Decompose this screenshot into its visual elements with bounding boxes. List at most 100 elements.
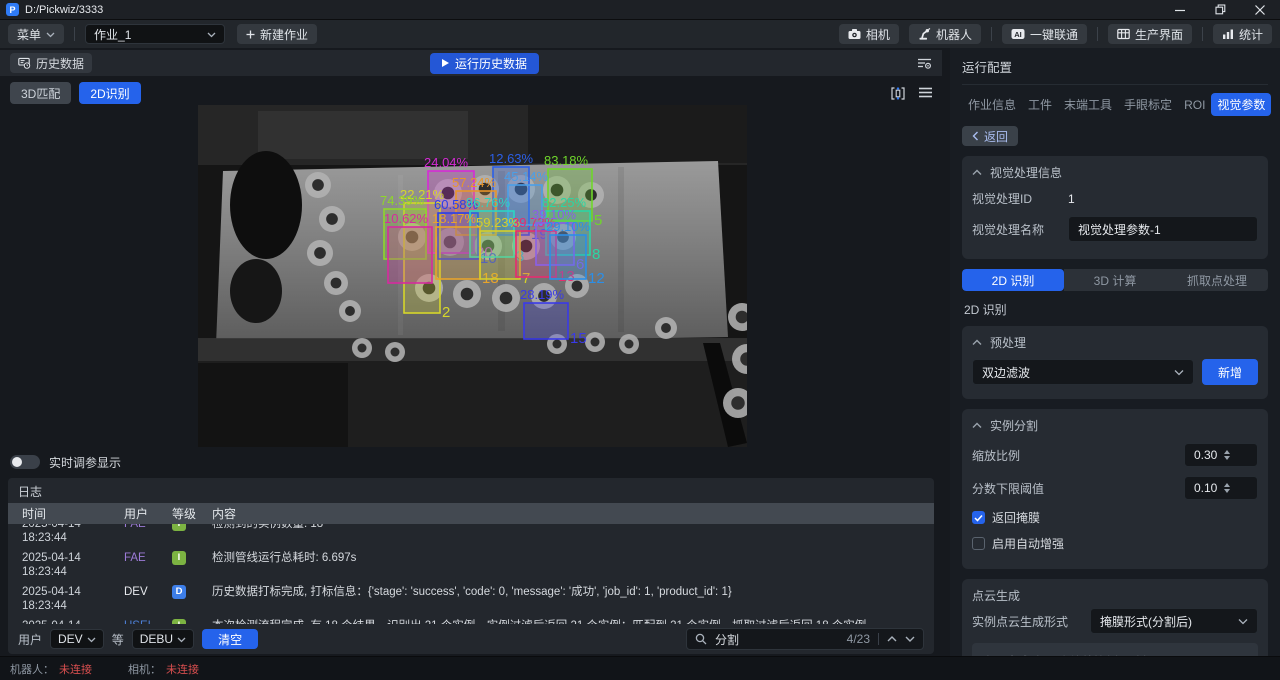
right-config-panel: 运行配置 作业信息工件末端工具手眼标定ROI视觉参数 返回 视觉处理信息 视觉处… <box>950 48 1280 656</box>
log-user: FAE <box>124 524 172 545</box>
view-tab-2D识别[interactable]: 2D识别 <box>79 82 140 104</box>
fit-view-icon[interactable] <box>891 87 905 100</box>
camera-status-value: 未连接 <box>166 664 199 676</box>
search-next-icon[interactable] <box>905 635 915 643</box>
add-preprocess-button[interactable]: 新增 <box>1202 359 1258 385</box>
log-search-box[interactable]: 分割 4/23 <box>686 628 924 650</box>
pointcloud-form-select[interactable]: 掩膜形式(分割后) <box>1090 608 1258 634</box>
menu-button[interactable]: 菜单 <box>8 24 64 44</box>
robot-status-label: 机器人： <box>10 664 54 676</box>
job-select[interactable]: 作业_1 <box>85 24 225 44</box>
log-content: 检测到的实例数量: 18 <box>212 524 934 545</box>
chevron-up-icon <box>972 422 982 429</box>
log-row: 2025-04-14 18:23:44USEII本次检测流程完成, 有 18 个… <box>8 616 934 624</box>
divider <box>1097 27 1098 41</box>
vision-name-input[interactable]: 视觉处理参数-1 <box>1068 216 1258 242</box>
robot-status-value: 未连接 <box>59 664 92 676</box>
search-icon <box>695 633 707 645</box>
action-label: 生产界面 <box>1135 26 1183 43</box>
segmentation-header[interactable]: 实例分割 <box>972 417 1258 434</box>
plus-icon <box>246 30 255 39</box>
segmentation-title: 实例分割 <box>990 417 1038 434</box>
一键联通-button[interactable]: AI一键联通 <box>1002 24 1087 44</box>
camera-icon <box>848 28 861 40</box>
robot-icon <box>918 28 931 40</box>
preprocess-card: 预处理 双边滤波 新增 <box>962 326 1268 399</box>
spinner-arrows[interactable] <box>1224 450 1254 460</box>
统计-button[interactable]: 统计 <box>1213 24 1272 44</box>
run-history-button[interactable]: 运行历史数据 <box>430 53 539 74</box>
config-tab-作业信息[interactable]: 作业信息 <box>962 93 1022 116</box>
grid-icon <box>1117 28 1130 40</box>
auto-enhance-checkbox[interactable]: 启用自动增强 <box>972 535 1258 552</box>
config-tab-ROI[interactable]: ROI <box>1178 95 1211 115</box>
log-filter-settings-icon[interactable] <box>917 57 932 70</box>
window-title: D:/Pickwiz/3333 <box>25 4 103 16</box>
svg-text:2: 2 <box>442 304 450 321</box>
preprocess-select[interactable]: 双边滤波 <box>972 359 1194 385</box>
minimize-button[interactable] <box>1160 0 1200 19</box>
config-tab-手眼标定[interactable]: 手眼标定 <box>1118 93 1178 116</box>
机器人-button[interactable]: 机器人 <box>909 24 981 44</box>
action-label: 统计 <box>1239 26 1263 43</box>
log-row: 2025-04-14 18:23:44FAEI检测管线运行总耗时: 6.697s <box>8 548 934 582</box>
相机-button[interactable]: 相机 <box>839 24 899 44</box>
chevron-down-icon <box>1238 618 1248 625</box>
left-panel: 历史数据 运行历史数据 3D匹 <box>0 48 942 656</box>
mode-tab-3D 计算[interactable]: 3D 计算 <box>1064 269 1166 291</box>
menu-button-label: 菜单 <box>17 26 41 43</box>
search-prev-icon[interactable] <box>887 635 897 643</box>
new-job-button[interactable]: 新建作业 <box>237 24 317 44</box>
list-menu-icon[interactable] <box>919 87 932 100</box>
pointcloud-card: 点云生成 实例点云生成形式 掩膜形式(分割后) 点云生成-包围盒缩放比例(分割后… <box>962 579 1268 656</box>
log-level-badge: I <box>172 524 186 531</box>
config-tab-工件[interactable]: 工件 <box>1022 93 1058 116</box>
return-mask-checkbox[interactable]: 返回掩膜 <box>972 509 1258 526</box>
config-tabs: 作业信息工件末端工具手眼标定ROI视觉参数 <box>962 93 1268 116</box>
divider <box>991 27 992 41</box>
clear-log-button[interactable]: 清空 <box>202 629 258 649</box>
search-input[interactable]: 分割 <box>715 631 839 648</box>
mode-tab-2D 识别[interactable]: 2D 识别 <box>962 269 1064 291</box>
close-button[interactable] <box>1240 0 1280 19</box>
spinner-arrows[interactable] <box>1224 483 1254 493</box>
new-job-label: 新建作业 <box>260 26 308 43</box>
mode-tab-抓取点处理[interactable]: 抓取点处理 <box>1166 269 1268 291</box>
preprocess-header[interactable]: 预处理 <box>972 334 1258 351</box>
run-history-label: 运行历史数据 <box>455 55 527 72</box>
生产界面-button[interactable]: 生产界面 <box>1108 24 1192 44</box>
log-time: 2025-04-14 18:23:44 <box>8 524 124 545</box>
job-select-value: 作业_1 <box>94 26 207 43</box>
score-threshold-value: 0.10 <box>1194 481 1224 495</box>
score-threshold-input[interactable]: 0.10 <box>1184 476 1258 500</box>
camera-status-label: 相机： <box>128 664 161 676</box>
scale-input[interactable]: 0.30 <box>1184 443 1258 467</box>
pointcloud-form-label: 实例点云生成形式 <box>972 613 1090 630</box>
log-footer: 用户 DEV 等 DEBU 清空 <box>8 624 934 654</box>
config-tab-视觉参数[interactable]: 视觉参数 <box>1211 93 1271 116</box>
user-filter-select[interactable]: DEV <box>50 629 104 649</box>
config-tab-末端工具[interactable]: 末端工具 <box>1058 93 1118 116</box>
svg-text:AI: AI <box>1014 30 1022 39</box>
svg-text:83.18%: 83.18% <box>544 153 589 168</box>
log-level-badge: D <box>172 585 186 599</box>
status-bar: 机器人： 未连接 相机： 未连接 <box>0 656 1280 680</box>
realtime-toggle[interactable] <box>10 455 40 469</box>
view-tab-3D匹配[interactable]: 3D匹配 <box>10 82 71 104</box>
preprocess-title: 预处理 <box>990 334 1026 351</box>
vision-info-title: 视觉处理信息 <box>990 164 1062 181</box>
chevron-up-icon <box>972 339 982 346</box>
back-button[interactable]: 返回 <box>962 126 1018 146</box>
log-table-rows: 2025-04-14 18:23:44FAEI检测到的实例数量: 182025-… <box>8 524 934 624</box>
svg-text:18.17%: 18.17% <box>432 211 477 226</box>
log-level: I <box>172 551 212 579</box>
divider <box>74 27 75 41</box>
chevron-down-icon <box>46 31 55 38</box>
vision-info-header[interactable]: 视觉处理信息 <box>972 164 1258 181</box>
restore-button[interactable] <box>1200 0 1240 19</box>
level-filter-select[interactable]: DEBU <box>132 629 194 649</box>
chevron-down-icon <box>207 31 216 38</box>
history-data-button[interactable]: 历史数据 <box>10 53 92 73</box>
app-logo-icon: P <box>6 3 19 16</box>
log-row: 2025-04-14 18:23:44DEVD历史数据打标完成, 打标信息：{'… <box>8 582 934 616</box>
